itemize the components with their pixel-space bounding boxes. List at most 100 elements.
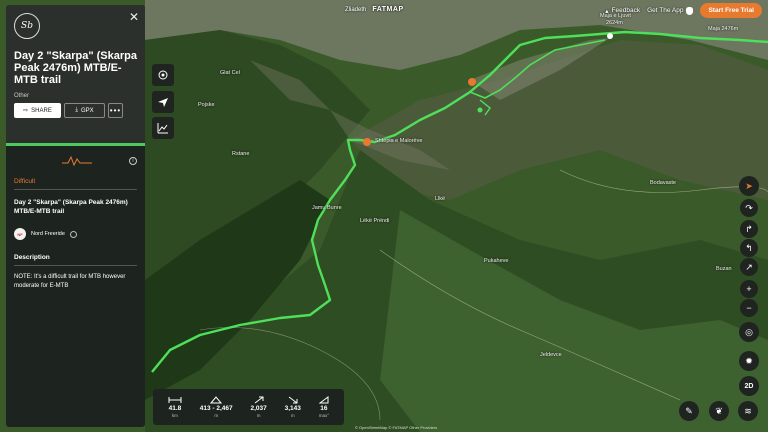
map-place-label: Jeldevce — [540, 352, 562, 358]
map-place-label: Pukaheve — [484, 258, 509, 264]
get-app-link[interactable]: Get The App — [647, 6, 694, 15]
route-name: Day 2 "Skarpa" (Skarpa Peak 2476m) MTB/E… — [14, 199, 128, 215]
more-options-button[interactable]: ••• — [108, 103, 123, 118]
top-bar-right: ▴ Feedback Get The App Start Free Trial — [605, 3, 762, 18]
layers-button[interactable]: ✹ — [739, 351, 759, 371]
route-title: Day 2 "Skarpa" (Skarpa Peak 2476m) MTB/E… — [14, 50, 137, 86]
stat-value: 3,143 — [284, 405, 301, 412]
gpx-label: GPX — [80, 107, 94, 114]
stat-value: 16 — [320, 405, 328, 412]
gpx-download-button[interactable]: ⤓ GPX — [64, 103, 105, 118]
poi-marker[interactable] — [468, 78, 476, 86]
map-place-label: Shtëpia e Malorëve — [375, 138, 423, 144]
minus-icon: − — [746, 303, 752, 313]
add-location-button[interactable]: ❦ — [709, 401, 729, 421]
map-place-label: Llkë — [435, 196, 446, 202]
elevation-chart-button[interactable] — [152, 117, 174, 139]
layers-stack-button[interactable]: ≋ — [738, 401, 758, 421]
map-place-label: Pojske — [198, 102, 215, 108]
top-center: Zliadeth FATMAP — [345, 6, 404, 13]
map-place-label: Bodavaste — [650, 180, 676, 186]
layers-icon: ≋ — [744, 405, 752, 416]
locate-button[interactable] — [152, 64, 174, 86]
view-2d-button[interactable]: 2D — [739, 376, 759, 396]
turn-left-icon: ↰ — [745, 242, 753, 253]
rotate-right-button[interactable]: ↱ — [740, 220, 758, 238]
zoom-in-button[interactable]: + — [740, 280, 758, 298]
panel-body: i Difficult Day 2 "Skarpa" (Skarpa Peak … — [6, 146, 145, 297]
info-icon[interactable]: i — [129, 157, 137, 165]
avatar: NF — [14, 228, 26, 240]
close-icon[interactable]: ✕ — [129, 10, 139, 24]
map-place-label: Lëkë Prëndi — [360, 218, 390, 224]
summit-marker[interactable] — [607, 33, 613, 39]
feedback-link[interactable]: ▴ Feedback — [605, 7, 640, 15]
stat-unit: km — [171, 413, 178, 418]
route-category: Other — [14, 93, 30, 99]
tilt-up-button[interactable]: ↷ — [740, 199, 758, 217]
stat-elevation-range: 413 - 2,467 m — [200, 396, 233, 418]
map-place-label: Glat Cel — [220, 70, 240, 76]
stat-value: 413 - 2,467 — [199, 405, 233, 412]
pencil-icon: ✎ — [685, 405, 693, 416]
author-name: Nord Freeride — [31, 231, 65, 237]
elevation-profile-icon — [61, 155, 92, 167]
elevation-sparkline[interactable]: i — [14, 152, 137, 170]
rotate-icon: ↷ — [745, 202, 753, 213]
draw-button[interactable]: ✎ — [679, 401, 699, 421]
share-label: SHARE — [31, 107, 52, 114]
descent-icon — [288, 396, 298, 404]
ascent-icon — [254, 396, 264, 404]
stat-value: 2,037 — [250, 405, 267, 412]
author-logo: Sb — [14, 13, 40, 39]
rotate-left-button[interactable]: ↰ — [740, 239, 758, 257]
tilt-icon: ↗ — [745, 261, 753, 272]
turn-right-icon: ↱ — [745, 223, 753, 234]
action-buttons: ⇨ SHARE ⤓ GPX ••• — [14, 103, 137, 118]
globe-view-button[interactable]: ◎ — [739, 322, 759, 342]
peak-label-2: Maja 2476m — [708, 26, 739, 32]
crosshair-icon — [158, 70, 168, 80]
stat-unit: max° — [318, 413, 330, 418]
stat-value: 41.8 — [168, 405, 182, 412]
route-details-panel: Sb ✕ Day 2 "Skarpa" (Skarpa Peak 2476m) … — [6, 5, 145, 427]
zoom-out-button[interactable]: − — [740, 299, 758, 317]
description-text: NOTE: It's a difficult trail for MTB how… — [14, 274, 126, 289]
globe-icon: ◎ — [745, 326, 753, 337]
peak-elevation-label: 2624m — [606, 20, 623, 26]
distance-icon — [168, 397, 182, 403]
divider — [14, 265, 137, 266]
feedback-icon: ▴ — [605, 7, 609, 15]
compass-icon: ➤ — [745, 180, 753, 191]
stat-unit: m — [256, 413, 261, 418]
panel-header: Sb ✕ Day 2 "Skarpa" (Skarpa Peak 2476m) … — [6, 5, 145, 143]
flyover-button[interactable] — [152, 91, 174, 113]
stat-ascent: 2,037 m — [251, 396, 267, 418]
divider — [14, 189, 137, 190]
map-attribution: © OpenStreetMap © FATMAP Other Providers — [355, 425, 438, 430]
chart-icon — [157, 123, 168, 134]
share-button[interactable]: ⇨ SHARE — [14, 103, 61, 118]
airplane-icon — [158, 98, 168, 107]
get-app-label: Get The App — [647, 7, 684, 14]
author-row[interactable]: NF Nord Freeride — [14, 228, 137, 240]
hut-marker[interactable] — [363, 138, 371, 146]
route-stats-bar: 41.8 km 413 - 2,467 m 2,037 m 3,143 m 16… — [153, 389, 344, 425]
stat-unit: m — [214, 413, 219, 418]
share-icon: ⇨ — [23, 108, 29, 114]
map-place-label: Buzan — [716, 266, 732, 272]
tilt-down-button[interactable]: ↗ — [740, 258, 758, 276]
apple-icon — [686, 6, 694, 15]
elevation-range-icon — [210, 396, 223, 404]
settings-icon: ✹ — [745, 355, 753, 366]
slope-icon — [318, 396, 329, 404]
download-icon: ⤓ — [75, 107, 78, 113]
stat-slope: 16 max° — [319, 396, 329, 418]
globe-icon[interactable] — [69, 230, 77, 238]
description-heading: Description — [14, 254, 50, 261]
fatmap-logo[interactable]: FATMAP — [372, 6, 403, 13]
start-free-trial-button[interactable]: Start Free Trial — [700, 3, 762, 18]
compass-button[interactable]: ➤ — [739, 176, 759, 196]
feedback-label: Feedback — [611, 7, 641, 14]
place-label: Zliadeth — [345, 6, 367, 13]
